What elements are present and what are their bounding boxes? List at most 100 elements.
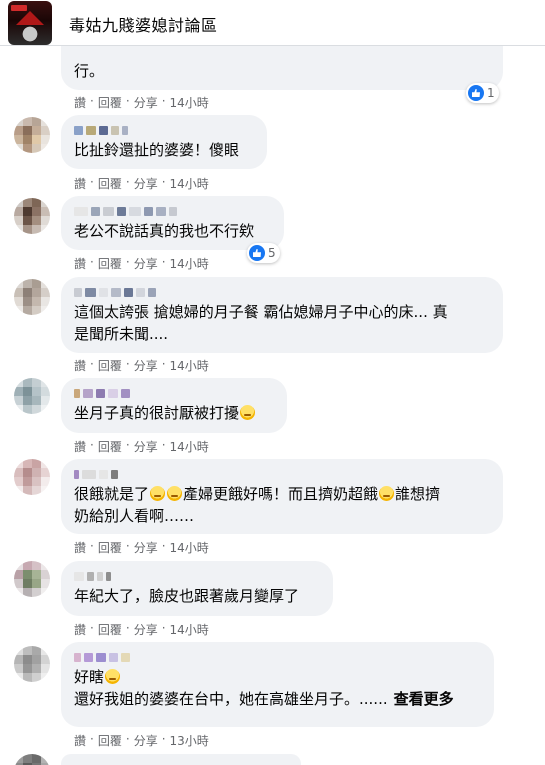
reply-button[interactable]: 回覆: [98, 255, 122, 272]
comment-actions: 讚 · 回覆 · 分享 · 14小時: [74, 438, 209, 455]
comment-bubble: 坐月子真的很討厭被打擾: [61, 378, 287, 433]
reaction-count[interactable]: 5: [247, 243, 280, 263]
reaction-number: 1: [487, 86, 495, 100]
separator: ·: [125, 357, 130, 371]
reply-button[interactable]: 回覆: [98, 732, 122, 749]
share-button[interactable]: 分享: [134, 357, 158, 374]
reply-button[interactable]: 回覆: [98, 94, 122, 111]
comment-text: 好瞎 還好我姐的婆婆在台中，她在高雄坐月子。...... 查看更多: [74, 666, 482, 710]
logo-roof: [16, 11, 44, 25]
separator: ·: [125, 94, 130, 108]
avatar[interactable]: [14, 279, 50, 315]
group-avatar[interactable]: [8, 1, 52, 45]
avatar[interactable]: [14, 117, 50, 153]
rolling-eyes-emoji-icon: [105, 669, 121, 684]
see-more-link[interactable]: 查看更多: [394, 690, 454, 708]
separator: ·: [90, 175, 94, 189]
share-button[interactable]: 分享: [134, 94, 158, 111]
avatar[interactable]: [14, 754, 50, 765]
comment-text: 這個太誇張 搶媳婦的月子餐 霸佔媳婦月子中心的床... 真 是聞所未聞....: [74, 303, 448, 343]
timestamp[interactable]: 13小時: [170, 732, 209, 749]
separator: ·: [90, 357, 94, 371]
share-button[interactable]: 分享: [134, 539, 158, 556]
like-button[interactable]: 讚: [74, 621, 86, 638]
comment-actions: 讚 · 回覆 · 分享 · 13小時: [74, 732, 209, 749]
like-reaction-icon: [468, 85, 484, 101]
group-title[interactable]: 毒姑九賤婆媳討論區: [69, 12, 218, 36]
author-name[interactable]: [74, 386, 275, 398]
separator: ·: [90, 732, 94, 746]
avatar[interactable]: [14, 646, 50, 682]
logo-mark: [11, 5, 27, 11]
avatar[interactable]: [14, 198, 50, 234]
rolling-eyes-emoji-icon: [167, 486, 183, 501]
reply-button[interactable]: 回覆: [98, 621, 122, 638]
comment-actions: 讚 · 回覆 · 分享 · 14小時: [74, 255, 209, 272]
separator: ·: [125, 255, 130, 269]
reply-button[interactable]: 回覆: [98, 539, 122, 556]
comment-actions: 讚 · 回覆 · 分享 · 14小時: [74, 175, 209, 192]
separator: ·: [90, 621, 94, 635]
comment-bubble: 這個太誇張 搶媳婦的月子餐 霸佔媳婦月子中心的床... 真 是聞所未聞....: [61, 277, 503, 353]
share-button[interactable]: 分享: [134, 438, 158, 455]
separator: ·: [161, 94, 166, 108]
separator: ·: [161, 539, 166, 553]
separator: ·: [161, 621, 166, 635]
like-button[interactable]: 讚: [74, 357, 86, 374]
like-button[interactable]: 讚: [74, 94, 86, 111]
timestamp[interactable]: 14小時: [170, 539, 209, 556]
reply-button[interactable]: 回覆: [98, 438, 122, 455]
separator: ·: [161, 732, 166, 746]
group-header: 毒姑九賤婆媳討論區: [0, 0, 545, 46]
author-name[interactable]: [74, 285, 491, 297]
separator: ·: [161, 255, 166, 269]
comment-bubble: 好瞎 還好我姐的婆婆在台中，她在高雄坐月子。...... 查看更多: [61, 642, 494, 727]
like-button[interactable]: 讚: [74, 732, 86, 749]
comment-actions: 讚 · 回覆 · 分享 · 14小時: [74, 539, 209, 556]
comment-text-part: 很餓就是了: [74, 485, 150, 503]
reaction-count[interactable]: 1: [466, 83, 499, 103]
reply-button[interactable]: 回覆: [98, 175, 122, 192]
tired-face-emoji-icon: [240, 405, 256, 420]
separator: ·: [161, 357, 166, 371]
comment-text: 年紀大了，臉皮也跟著歲月變厚了: [74, 587, 300, 605]
like-button[interactable]: 讚: [74, 175, 86, 192]
like-button[interactable]: 讚: [74, 438, 86, 455]
comment-text-part: 好瞎: [74, 668, 105, 686]
share-button[interactable]: 分享: [134, 255, 158, 272]
timestamp[interactable]: 14小時: [170, 438, 209, 455]
reply-button[interactable]: 回覆: [98, 357, 122, 374]
comment-text-part: 產婦更餓好嗎！而且擠奶超餓: [183, 485, 379, 503]
comment-text: 行。: [74, 62, 105, 80]
like-button[interactable]: 讚: [74, 255, 86, 272]
timestamp[interactable]: 14小時: [170, 357, 209, 374]
comment-bubble: 老公不說話真的我也不行欸: [61, 196, 284, 250]
avatar[interactable]: [14, 561, 50, 597]
comment-bubble: 比扯鈴還扯的婆婆！傻眼: [61, 115, 267, 169]
author-name[interactable]: [74, 650, 482, 662]
comment-actions: 讚 · 回覆 · 分享 · 14小時: [74, 94, 209, 111]
rolling-eyes-emoji-icon: [150, 486, 166, 501]
comment-bubble: 很餓就是了 產婦更餓好嗎！而且擠奶超餓 誰想擠 奶給別人看啊……: [61, 459, 503, 534]
share-button[interactable]: 分享: [134, 732, 158, 749]
timestamp[interactable]: 14小時: [170, 255, 209, 272]
avatar[interactable]: [14, 459, 50, 495]
separator: ·: [90, 539, 94, 553]
author-name[interactable]: [74, 569, 321, 581]
separator: ·: [125, 621, 130, 635]
share-button[interactable]: 分享: [134, 621, 158, 638]
comment-bubble: 年紀大了，臉皮也跟著歲月變厚了: [61, 561, 333, 616]
comment-actions: 讚 · 回覆 · 分享 · 14小時: [74, 357, 209, 374]
author-name[interactable]: [74, 467, 491, 479]
comment-text: 坐月子真的很討厭被打擾: [74, 402, 275, 424]
author-name[interactable]: [74, 123, 255, 135]
timestamp[interactable]: 14小時: [170, 175, 209, 192]
comment-actions: 讚 · 回覆 · 分享 · 14小時: [74, 621, 209, 638]
share-button[interactable]: 分享: [134, 175, 158, 192]
like-button[interactable]: 讚: [74, 539, 86, 556]
separator: ·: [125, 438, 130, 452]
timestamp[interactable]: 14小時: [170, 94, 209, 111]
avatar[interactable]: [14, 378, 50, 414]
timestamp[interactable]: 14小時: [170, 621, 209, 638]
author-name[interactable]: [74, 204, 272, 216]
